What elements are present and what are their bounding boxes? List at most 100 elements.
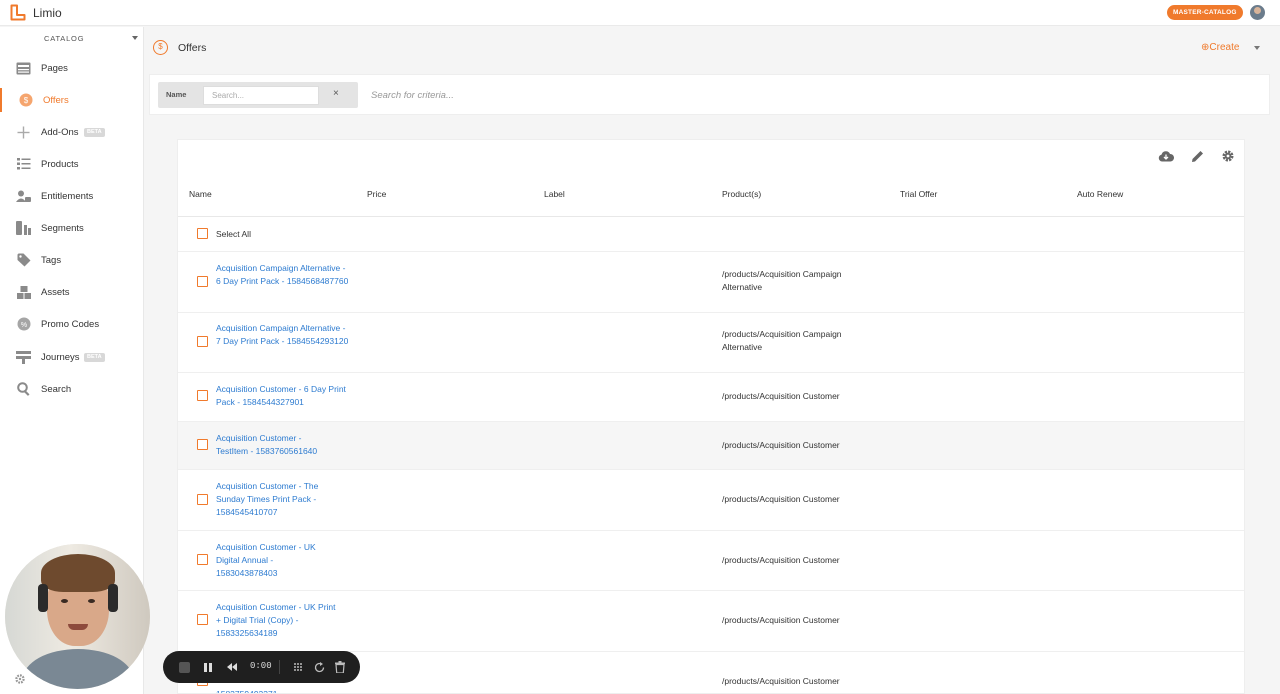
user-avatar[interactable] xyxy=(1250,5,1265,20)
product-path: /products/Acquisition Customer xyxy=(722,391,840,401)
table-row[interactable]: Acquisition Customer - UK Digital Annual… xyxy=(178,530,1244,590)
chevron-down-icon[interactable] xyxy=(132,36,138,40)
offer-name-link[interactable]: Acquisition Customer - UK Digital Annual… xyxy=(216,541,336,580)
pages-icon xyxy=(16,61,31,75)
table-row[interactable]: Acquisition Campaign Alternative - 7 Day… xyxy=(178,312,1244,372)
filter-field-label: Name xyxy=(166,90,187,99)
name-filter: Name × xyxy=(158,82,358,108)
app-logo[interactable]: Limio xyxy=(10,4,62,21)
divider xyxy=(178,216,1244,217)
beta-badge: BETA xyxy=(84,127,105,137)
sidebar-item-label: Add-Ons xyxy=(41,126,79,138)
sidebar-item-products[interactable]: Products xyxy=(0,152,144,176)
create-button[interactable]: ⊕Create xyxy=(1201,42,1239,53)
products-icon xyxy=(16,157,31,171)
row-checkbox[interactable] xyxy=(197,614,208,625)
table-row[interactable]: Acquisition Customer - 6 Day Print Pack … xyxy=(178,372,1244,421)
catalog-section-label: CATALOG xyxy=(44,34,85,43)
sidebar-item-tags[interactable]: Tags xyxy=(0,248,144,272)
offers-icon: $ xyxy=(18,93,33,107)
segments-icon xyxy=(16,221,31,235)
row-checkbox[interactable] xyxy=(197,390,208,401)
sidebar-item-label: Entitlements xyxy=(41,190,94,202)
offer-name-link[interactable]: Acquisition Campaign Alternative - 6 Day… xyxy=(216,262,351,288)
beta-badge: BETA xyxy=(84,352,105,362)
pause-icon[interactable] xyxy=(201,660,215,674)
table-row[interactable]: Acquisition Campaign Alternative - 6 Day… xyxy=(178,251,1244,312)
sidebar-item-add-ons[interactable]: Add-Ons BETA xyxy=(0,120,144,144)
offer-name-link[interactable]: 1583759493371 xyxy=(216,688,351,693)
sidebar-item-assets[interactable]: Assets xyxy=(0,280,144,304)
close-icon[interactable]: × xyxy=(333,88,339,99)
row-checkbox[interactable] xyxy=(197,439,208,450)
row-checkbox[interactable] xyxy=(197,494,208,505)
sidebar-item-label: Pages xyxy=(41,62,68,74)
column-header-trial-offer[interactable]: Trial Offer xyxy=(900,189,937,199)
rewind-icon[interactable] xyxy=(225,660,239,674)
sidebar-item-label: Tags xyxy=(41,254,62,266)
offer-name-link[interactable]: Acquisition Customer - The Sunday Times … xyxy=(216,480,341,519)
sidebar-item-label: Search xyxy=(41,383,72,395)
offer-name-link[interactable]: Acquisition Customer - TestItem - 158376… xyxy=(216,432,334,458)
app-name: Limio xyxy=(33,5,62,20)
offer-name-link[interactable]: Acquisition Customer - 6 Day Print Pack … xyxy=(216,383,346,409)
pencil-icon[interactable] xyxy=(1189,148,1205,164)
chevron-down-icon[interactable] xyxy=(1254,46,1260,50)
offers-table: Name Price Label Product(s) Trial Offer … xyxy=(177,139,1245,694)
offer-name-link[interactable]: Acquisition Campaign Alternative - 7 Day… xyxy=(216,322,351,348)
journeys-icon xyxy=(16,350,31,364)
offer-name-link[interactable]: Acquisition Customer - UK Print + Digita… xyxy=(216,601,341,640)
plus-icon xyxy=(16,125,31,139)
filter-bar: Name × Search for criteria... xyxy=(149,74,1270,115)
search-icon xyxy=(16,382,31,396)
column-header-label[interactable]: Label xyxy=(544,189,565,199)
stop-icon[interactable] xyxy=(177,660,191,674)
row-checkbox[interactable] xyxy=(197,336,208,347)
sidebar-item-entitlements[interactable]: Entitlements xyxy=(0,184,144,208)
assets-icon xyxy=(16,285,31,299)
recording-timer: 0:00 xyxy=(250,661,272,671)
select-all-checkbox[interactable] xyxy=(197,228,208,239)
sidebar-item-label: Assets xyxy=(41,286,70,298)
sidebar-item-segments[interactable]: Segments xyxy=(0,216,144,240)
sidebar-item-search[interactable]: Search xyxy=(0,377,144,401)
sidebar-item-journeys[interactable]: Journeys BETA xyxy=(0,345,144,369)
cloud-download-icon[interactable] xyxy=(1158,148,1174,164)
criteria-search-input[interactable]: Search for criteria... xyxy=(371,90,454,101)
divider xyxy=(279,660,280,674)
column-header-products[interactable]: Product(s) xyxy=(722,189,761,199)
recording-controls: 0:00 xyxy=(163,651,360,683)
gear-icon[interactable] xyxy=(1220,148,1236,164)
column-header-name[interactable]: Name xyxy=(189,189,212,199)
limio-logo-icon xyxy=(10,4,26,21)
entitlements-icon xyxy=(16,189,31,203)
svg-text:$: $ xyxy=(23,96,28,105)
webcam-overlay xyxy=(5,544,150,689)
table-row[interactable]: Acquisition Customer - TestItem - 158376… xyxy=(178,421,1244,469)
sidebar-item-promo-codes[interactable]: % Promo Codes xyxy=(0,312,144,336)
product-path: /products/Acquisition Customer xyxy=(722,615,840,625)
table-row[interactable]: Acquisition Customer - The Sunday Times … xyxy=(178,469,1244,530)
top-bar: Limio MASTER-CATALOG xyxy=(0,0,1280,26)
sidebar-item-pages[interactable]: Pages xyxy=(0,56,144,80)
select-all-label: Select All xyxy=(216,229,251,239)
search-input[interactable] xyxy=(203,86,319,105)
settings-icon[interactable] xyxy=(14,673,26,685)
row-checkbox[interactable] xyxy=(197,276,208,287)
catalog-selector-badge[interactable]: MASTER-CATALOG xyxy=(1167,5,1243,20)
page-title: Offers xyxy=(178,42,207,54)
create-button-label: Create xyxy=(1209,42,1240,53)
sidebar-item-offers[interactable]: $ Offers xyxy=(0,88,144,112)
sidebar-item-label: Products xyxy=(41,158,79,170)
row-checkbox[interactable] xyxy=(197,554,208,565)
svg-text:%: % xyxy=(20,322,26,329)
column-header-auto-renew[interactable]: Auto Renew xyxy=(1077,189,1123,199)
grid-icon[interactable] xyxy=(291,660,305,674)
trash-icon[interactable] xyxy=(333,660,347,674)
column-header-price[interactable]: Price xyxy=(367,189,386,199)
sidebar-item-label: Promo Codes xyxy=(41,318,100,330)
tag-icon xyxy=(16,253,31,267)
restart-icon[interactable] xyxy=(312,660,326,674)
promo-icon: % xyxy=(16,317,31,331)
table-row[interactable]: Acquisition Customer - UK Print + Digita… xyxy=(178,590,1244,651)
